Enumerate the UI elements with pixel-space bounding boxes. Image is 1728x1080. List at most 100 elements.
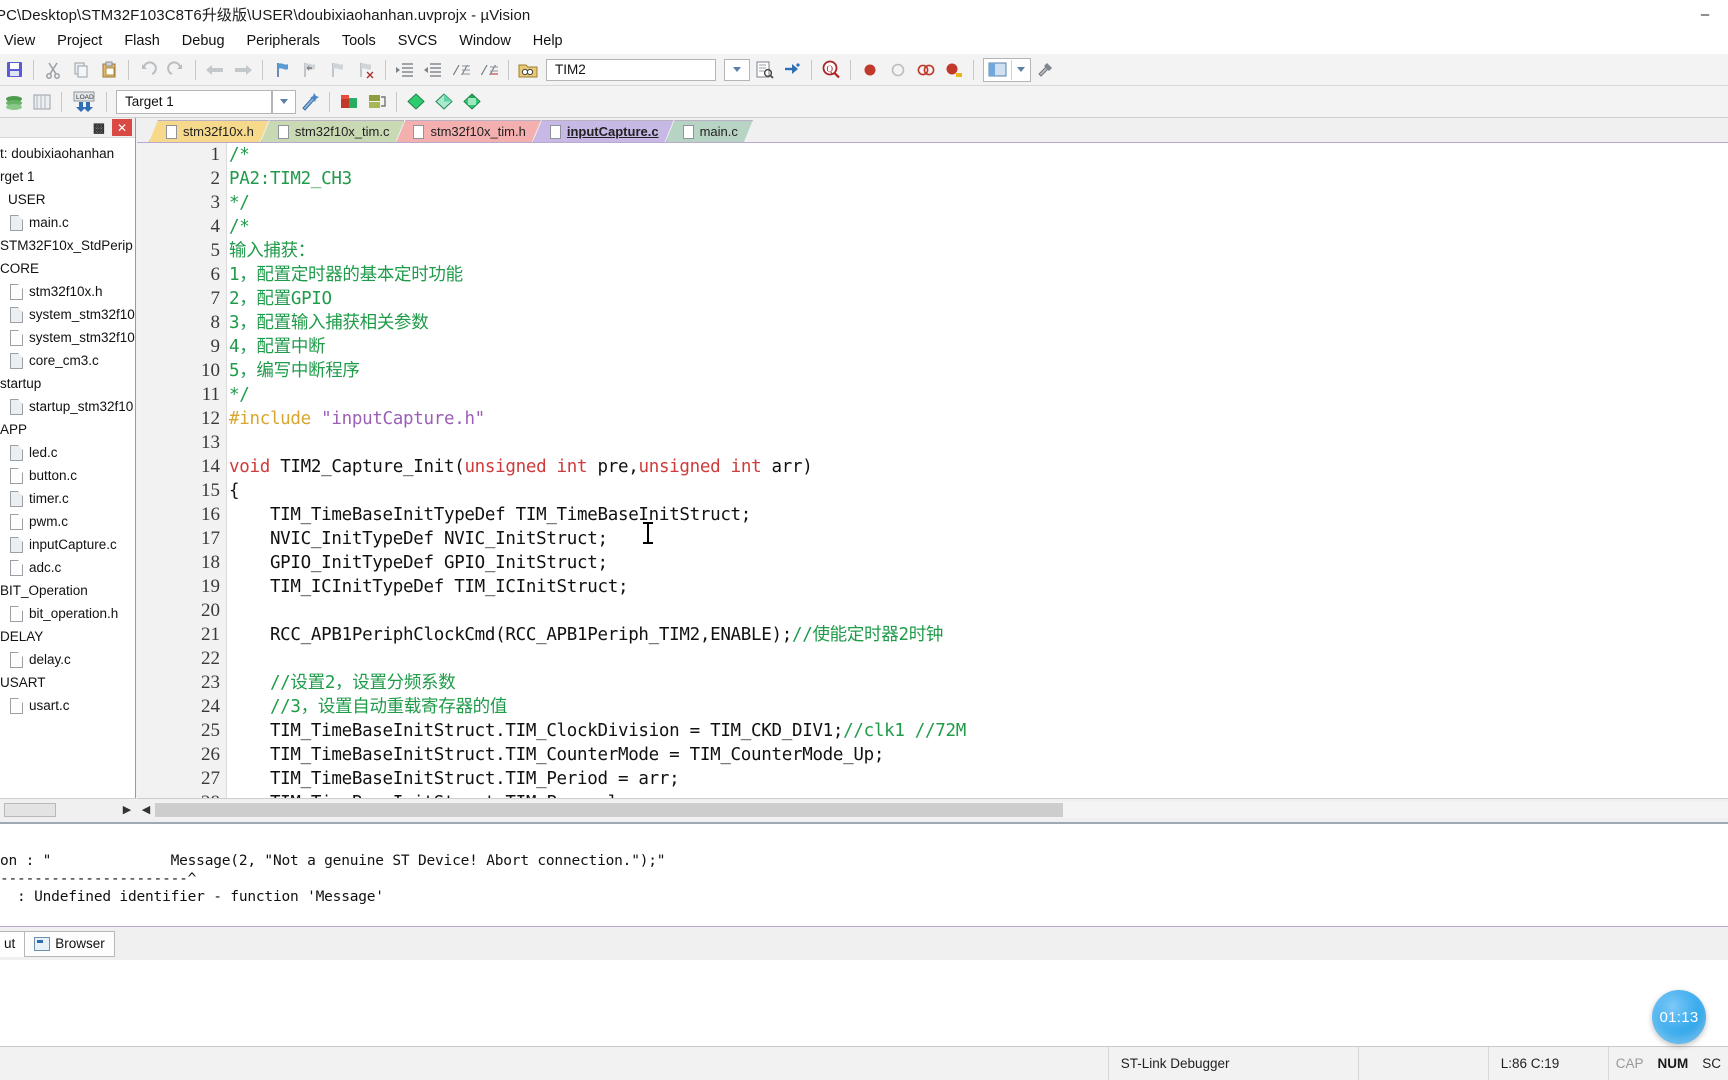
editor-hscrollbar[interactable]: ◀	[137, 798, 1728, 820]
code-line[interactable]: TIM_TimeBaseInitStruct.TIM_ClockDivision…	[229, 719, 1728, 743]
disable-breakpoint-icon[interactable]	[885, 57, 911, 83]
recording-timer-badge[interactable]: 01:13	[1652, 990, 1706, 1044]
tree-item[interactable]: timer.c	[0, 487, 135, 510]
tab-build-output[interactable]: ut	[0, 930, 26, 957]
sidebar-hscroll-track[interactable]	[2, 801, 118, 818]
options-for-target-icon[interactable]	[297, 89, 323, 115]
batch-build-icon[interactable]	[403, 89, 429, 115]
code-line[interactable]: 5，编写中断程序	[229, 359, 1728, 383]
undo-icon[interactable]	[135, 57, 161, 83]
code-line[interactable]	[229, 431, 1728, 455]
bind-icon[interactable]	[779, 57, 805, 83]
comment-block-icon[interactable]: //	[448, 57, 474, 83]
tree-item[interactable]: APP	[0, 418, 135, 441]
tree-item[interactable]: pwm.c	[0, 510, 135, 533]
build-output-text[interactable]: on : " Message(2, "Not a genuine ST Devi…	[0, 842, 1728, 906]
target-select[interactable]: Target 1	[116, 89, 272, 114]
code-text[interactable]: /* PA2:TIM2_CH3 */ /* 输入捕获： 1，配置定时器的基本定时功能 2，配…	[229, 143, 1728, 798]
menu-tools[interactable]: Tools	[331, 30, 387, 52]
code-line[interactable]: NVIC_InitTypeDef NVIC_InitStruct;	[229, 527, 1728, 551]
search-combo[interactable]: TIM2	[546, 58, 716, 81]
rebuild-all-icon[interactable]	[364, 89, 390, 115]
open-browse-icon[interactable]	[515, 57, 541, 83]
sidebar-hscrollbar[interactable]: ▶	[0, 798, 136, 820]
tree-item[interactable]: core_cm3.c	[0, 349, 135, 372]
paste-icon[interactable]	[96, 57, 122, 83]
code-line[interactable]: TIM_ICInitTypeDef TIM_ICInitStruct;	[229, 575, 1728, 599]
books-window-icon[interactable]	[29, 89, 55, 115]
code-line[interactable]: */	[229, 383, 1728, 407]
editor-hscroll-left-arrow[interactable]: ◀	[137, 803, 155, 816]
editor-tab[interactable]: main.c	[666, 120, 753, 142]
manage-project-items-icon[interactable]	[459, 89, 485, 115]
code-editor[interactable]: 1 2 3 4 5 6 7 8 9 10 11 12 13 14 15 16 17 18 19 20 21 22 23 24 2…	[137, 143, 1728, 798]
tree-item[interactable]: usart.c	[0, 694, 135, 717]
save-all-icon[interactable]	[1, 57, 27, 83]
code-line[interactable]: PA2:TIM2_CH3	[229, 167, 1728, 191]
bookmark-previous-icon[interactable]	[297, 57, 323, 83]
menu-help[interactable]: Help	[522, 30, 574, 52]
close-icon[interactable]: ✕	[112, 119, 132, 136]
kill-all-breakpoints-icon[interactable]	[913, 57, 939, 83]
magnifier-icon[interactable]: Q	[818, 57, 844, 83]
code-line[interactable]: 4，配置中断	[229, 335, 1728, 359]
tree-item[interactable]: system_stm32f10	[0, 303, 135, 326]
tree-item[interactable]: delay.c	[0, 648, 135, 671]
editor-hscroll-track[interactable]	[155, 801, 1728, 818]
cut-icon[interactable]	[40, 57, 66, 83]
code-line[interactable]: 1，配置定时器的基本定时功能	[229, 263, 1728, 287]
bookmark-toggle-icon[interactable]	[269, 57, 295, 83]
code-line[interactable]: #include "inputCapture.h"	[229, 407, 1728, 431]
tree-item[interactable]: led.c	[0, 441, 135, 464]
find-in-files-icon[interactable]	[751, 57, 777, 83]
navigate-forward-icon[interactable]	[230, 57, 256, 83]
target-select-dropdown[interactable]	[272, 89, 296, 114]
bookmark-clear-icon[interactable]	[353, 57, 379, 83]
code-line[interactable]: 输入捕获：	[229, 239, 1728, 263]
code-line[interactable]: RCC_APB1PeriphClockCmd(RCC_APB1Periph_TI…	[229, 623, 1728, 647]
tree-item[interactable]: STM32F10x_StdPerip	[0, 234, 135, 257]
menu-peripherals[interactable]: Peripherals	[236, 30, 331, 52]
navigate-back-icon[interactable]	[202, 57, 228, 83]
code-line[interactable]: TIM_TimeBaseInitStruct.TIM_Period = arr;	[229, 767, 1728, 791]
project-window-icon[interactable]	[1, 89, 27, 115]
code-line[interactable]: {	[229, 479, 1728, 503]
editor-tab[interactable]: inputCapture.c	[533, 120, 674, 142]
redo-icon[interactable]	[163, 57, 189, 83]
tree-item[interactable]: t: doubixiaohanhan	[0, 142, 135, 165]
tree-item[interactable]: DELAY	[0, 625, 135, 648]
code-line[interactable]	[229, 647, 1728, 671]
tree-item[interactable]: inputCapture.c	[0, 533, 135, 556]
tree-item[interactable]: system_stm32f10	[0, 326, 135, 349]
code-line[interactable]: //设置2，设置分频系数	[229, 671, 1728, 695]
sidebar-hscroll-right-arrow[interactable]: ▶	[118, 801, 136, 819]
minimize-button[interactable]: –	[1682, 0, 1728, 28]
tree-item[interactable]: USART	[0, 671, 135, 694]
menu-view[interactable]: View	[0, 30, 46, 52]
copy-icon[interactable]	[68, 57, 94, 83]
window-layout-icon[interactable]	[983, 57, 1031, 82]
search-combo-dropdown[interactable]	[724, 58, 750, 81]
sidebar-hscroll-thumb[interactable]	[4, 802, 56, 817]
tree-item[interactable]: rget 1	[0, 165, 135, 188]
code-line[interactable]: TIM_TimeBaseInitStruct.TIM_CounterMode =…	[229, 743, 1728, 767]
code-line[interactable]: /*	[229, 143, 1728, 167]
tree-item[interactable]: bit_operation.h	[0, 602, 135, 625]
code-line[interactable]	[229, 599, 1728, 623]
code-line[interactable]: /*	[229, 215, 1728, 239]
indent-icon[interactable]	[392, 57, 418, 83]
tree-item[interactable]: startup_stm32f10	[0, 395, 135, 418]
uncomment-block-icon[interactable]: //	[476, 57, 502, 83]
tab-browser[interactable]: Browser	[24, 930, 115, 957]
tree-item[interactable]: adc.c	[0, 556, 135, 579]
code-line[interactable]: TIM_TimeBaseInitStruct.TIM_Prescaler	[229, 791, 1728, 798]
menu-flash[interactable]: Flash	[113, 30, 170, 52]
menu-project[interactable]: Project	[46, 30, 113, 52]
editor-tab[interactable]: stm32f10x_tim.c	[261, 120, 405, 142]
configure-icon[interactable]	[1032, 57, 1058, 83]
outdent-icon[interactable]	[420, 57, 446, 83]
code-line[interactable]: GPIO_InitTypeDef GPIO_InitStruct;	[229, 551, 1728, 575]
tree-item[interactable]: button.c	[0, 464, 135, 487]
insert-breakpoint-icon[interactable]	[857, 57, 883, 83]
code-line[interactable]: void TIM2_Capture_Init(unsigned int pre,…	[229, 455, 1728, 479]
